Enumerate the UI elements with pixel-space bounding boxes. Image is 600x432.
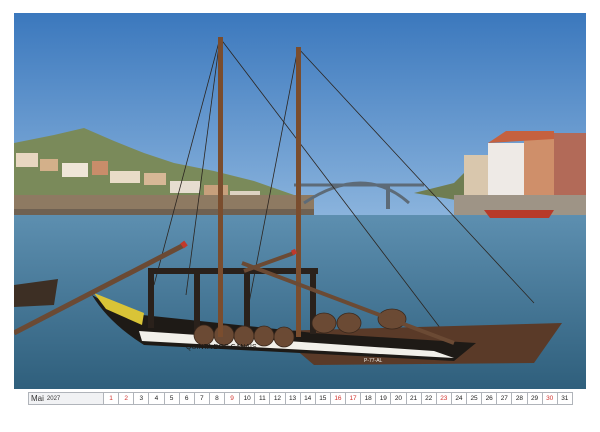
day-cell: 16 [330,392,346,405]
day-cell: 23 [436,392,452,405]
day-cell: 18 [361,392,377,405]
day-cell: 27 [497,392,513,405]
day-cell: 14 [300,392,316,405]
day-cell: 13 [285,392,301,405]
day-cell: 20 [391,392,407,405]
day-cells: 1 2 3 4 5 6 7 8 9 10 11 12 13 14 15 16 17 18 19 20 21 22 23 24 2… [104,392,573,405]
day-cell: 7 [194,392,210,405]
day-cell: 24 [451,392,467,405]
distant-boat [484,210,554,218]
month-label-box: Mai 2027 [28,392,104,405]
day-cell: 12 [270,392,286,405]
day-cell: 25 [467,392,483,405]
day-cell: 28 [512,392,528,405]
day-cell: 17 [346,392,362,405]
mast-right [296,47,301,337]
day-cell: 30 [542,392,558,405]
day-cell: 31 [557,392,573,405]
day-cell: 4 [149,392,165,405]
day-cell: 15 [315,392,331,405]
year-label: 2027 [46,395,61,402]
day-cell: 9 [225,392,241,405]
day-cell: 22 [421,392,437,405]
day-cell: 3 [134,392,150,405]
calendar-photo: QUINTA DOS CANAIS P-77-AL [14,13,586,389]
day-cell: 1 [104,392,120,405]
day-cell: 29 [527,392,543,405]
day-cell: 19 [376,392,392,405]
month-name: Mai [31,394,44,403]
day-cell: 6 [179,392,195,405]
photo-rabelo-boats: QUINTA DOS CANAIS P-77-AL [14,13,586,389]
day-cell: 8 [209,392,225,405]
mast-left [218,37,223,337]
calendar-strip: Mai 2027 1 2 3 4 5 6 7 8 9 10 11 12 13 14 15 16 17 18 19 20… [28,392,573,405]
day-cell: 5 [164,392,180,405]
day-cell: 21 [406,392,422,405]
day-cell: 11 [255,392,271,405]
boat-registration-label: P-77-AL [364,358,383,364]
day-cell: 26 [482,392,498,405]
day-cell: 2 [119,392,135,405]
boat-name-label: QUINTA DOS CANAIS [186,344,257,351]
day-cell: 10 [240,392,256,405]
